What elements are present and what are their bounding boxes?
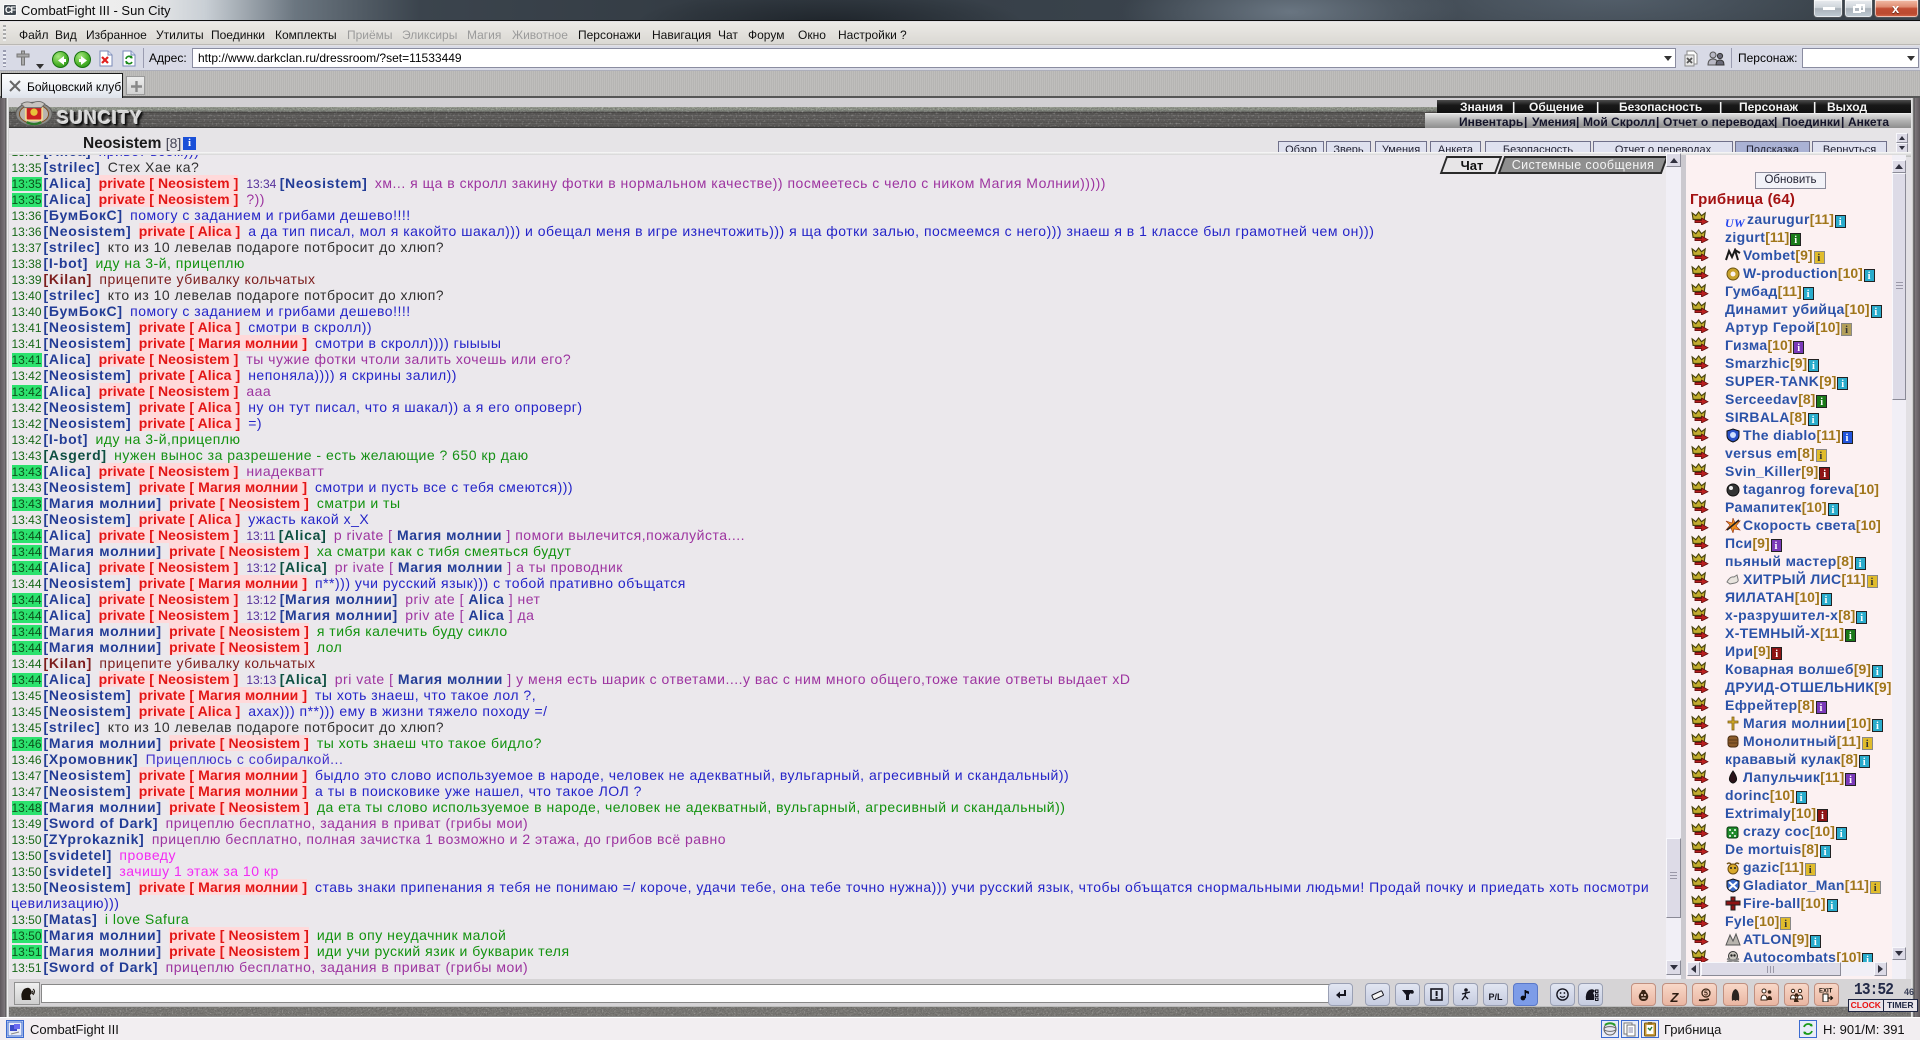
svg-text:5: 5	[1704, 991, 1708, 998]
